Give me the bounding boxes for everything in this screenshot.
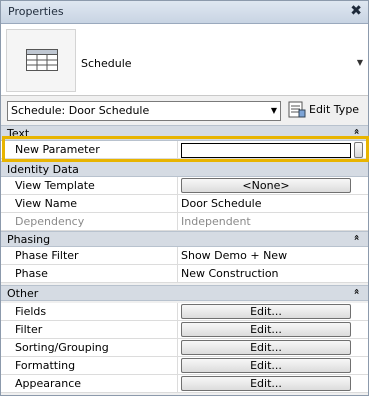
type-selector[interactable]: Schedule ▼ xyxy=(1,24,368,96)
collapse-icon[interactable]: » xyxy=(351,128,362,134)
phase-filter-value[interactable]: Show Demo + New xyxy=(181,249,287,262)
property-name: Formatting xyxy=(1,357,178,374)
title-bar[interactable]: Properties ✖ xyxy=(1,1,368,24)
view-name-field[interactable]: Door Schedule xyxy=(181,197,262,210)
property-name: Fields xyxy=(1,303,178,320)
fields-edit-button[interactable]: Edit... xyxy=(181,304,351,319)
row-fields: Fields Edit... xyxy=(1,303,368,321)
section-title: Identity Data xyxy=(7,163,79,176)
filter-edit-button[interactable]: Edit... xyxy=(181,322,351,337)
section-other[interactable]: Other » xyxy=(1,285,368,301)
row-formatting: Formatting Edit... xyxy=(1,357,368,375)
row-dependency: Dependency Independent xyxy=(1,213,368,231)
row-view-template: View Template <None> xyxy=(1,177,368,195)
dependency-value: Independent xyxy=(181,215,251,228)
sorting-edit-button[interactable]: Edit... xyxy=(181,340,351,355)
instance-selector-row: Schedule: Door Schedule ▼ Edit Type xyxy=(1,96,368,125)
property-name: Dependency xyxy=(1,213,178,230)
formatting-edit-button[interactable]: Edit... xyxy=(181,358,351,373)
type-name: Schedule xyxy=(81,57,132,70)
appearance-edit-button[interactable]: Edit... xyxy=(181,376,351,391)
row-phase-filter[interactable]: Phase Filter Show Demo + New xyxy=(1,247,368,265)
phase-value[interactable]: New Construction xyxy=(181,267,279,280)
section-title: Other xyxy=(7,287,39,300)
palette-title: Properties xyxy=(8,5,64,18)
collapse-icon[interactable]: » xyxy=(351,288,362,294)
row-filter: Filter Edit... xyxy=(1,321,368,339)
edit-type-icon xyxy=(288,101,306,118)
edit-type-label: Edit Type xyxy=(309,103,360,116)
property-name: Filter xyxy=(1,321,178,338)
row-view-name[interactable]: View Name Door Schedule xyxy=(1,195,368,213)
property-name: Sorting/Grouping xyxy=(1,339,178,356)
properties-palette: Properties ✖ Schedule ▼ Schedule: Door S… xyxy=(0,0,369,396)
section-identity-data[interactable]: Identity Data xyxy=(1,161,368,177)
section-title: Phasing xyxy=(7,233,51,246)
dropdown-arrow-icon[interactable]: ▼ xyxy=(271,106,277,115)
property-name: View Name xyxy=(1,195,178,212)
section-phasing[interactable]: Phasing » xyxy=(1,231,368,247)
chevron-down-icon[interactable]: ▼ xyxy=(357,58,363,67)
property-name: Appearance xyxy=(1,375,178,392)
type-thumbnail xyxy=(6,29,76,92)
row-phase[interactable]: Phase New Construction xyxy=(1,265,368,283)
edit-type-button[interactable]: Edit Type xyxy=(286,99,364,121)
property-name: Phase Filter xyxy=(1,247,178,264)
collapse-icon[interactable]: » xyxy=(351,234,362,240)
highlight-box xyxy=(2,136,369,162)
schedule-table-icon xyxy=(26,49,58,71)
property-name: View Template xyxy=(1,177,178,194)
instance-filter-value: Schedule: Door Schedule xyxy=(11,104,150,117)
row-appearance: Appearance Edit... xyxy=(1,375,368,393)
view-template-button[interactable]: <None> xyxy=(181,178,351,193)
close-icon[interactable]: ✖ xyxy=(350,3,362,19)
instance-filter-dropdown[interactable]: Schedule: Door Schedule ▼ xyxy=(7,101,281,121)
property-name: Phase xyxy=(1,265,178,282)
row-sorting-grouping: Sorting/Grouping Edit... xyxy=(1,339,368,357)
